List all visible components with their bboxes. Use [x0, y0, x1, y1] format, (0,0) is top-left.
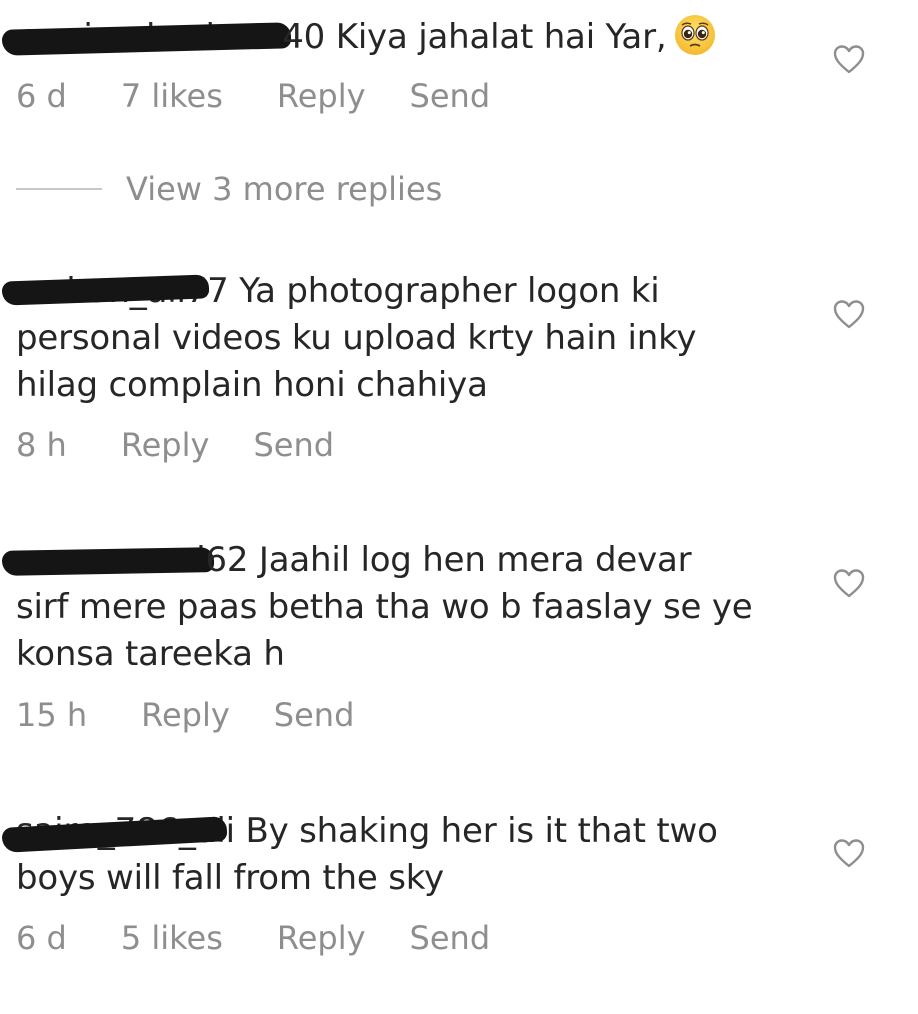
reply-button[interactable]: Reply: [121, 426, 210, 464]
comment-username[interactable]: saira_786_ali: [1, 808, 235, 855]
comment-4-meta: 6 d 5 likes Reply Send: [16, 919, 490, 957]
comment-username[interactable]: mshan_ali77: [1, 268, 229, 315]
send-button[interactable]: Send: [410, 77, 491, 115]
heart-outline-icon[interactable]: [833, 568, 865, 598]
comment-3: noorsamad62 Jaahil log hen mera devar si…: [1, 537, 816, 678]
comment-1-meta: 6 d 7 likes Reply Send: [16, 77, 490, 115]
comment-3-meta: 15 h Reply Send: [16, 696, 354, 734]
comment-time: 15 h: [16, 696, 88, 734]
comment-2: mshan_ali77 Ya photographer logon ki per…: [1, 268, 816, 409]
replies-divider: [16, 188, 102, 190]
comment-likes[interactable]: 7 likes: [121, 77, 223, 115]
comment-time: 6 d: [16, 919, 67, 957]
comment-time: 8 h: [16, 426, 67, 464]
view-replies-label[interactable]: View 3 more replies: [126, 170, 442, 208]
comment-text-line: Ya photographer logon ki: [239, 271, 660, 311]
send-button[interactable]: Send: [253, 426, 334, 464]
pleading-face-emoji: [674, 14, 716, 56]
comment-text-line: personal videos ku upload krty hain inky: [16, 318, 697, 358]
comment-2-meta: 8 h Reply Send: [16, 426, 334, 464]
reply-button[interactable]: Reply: [277, 77, 366, 115]
comment-text-line: By shaking her is it that two: [245, 811, 718, 851]
comment-body: noorsamad62 Jaahil log hen mera devar si…: [1, 537, 816, 678]
comment-time: 6 d: [16, 77, 67, 115]
comment-text: Kiya jahalat hai Yar,: [335, 17, 667, 57]
comment-likes[interactable]: 5 likes: [121, 919, 223, 957]
comment-text-line: konsa tareeka h: [16, 634, 285, 674]
heart-outline-icon[interactable]: [833, 838, 865, 868]
redaction-mark: [1, 547, 215, 576]
send-button[interactable]: Send: [410, 919, 491, 957]
view-more-replies[interactable]: View 3 more replies: [16, 170, 442, 208]
comment-body: mshan_ali77 Ya photographer logon ki per…: [1, 268, 816, 409]
send-button[interactable]: Send: [274, 696, 355, 734]
heart-outline-icon[interactable]: [833, 299, 865, 329]
heart-outline-icon[interactable]: [833, 44, 865, 74]
comment-text-line: boys will fall from the sky: [16, 858, 444, 898]
reply-button[interactable]: Reply: [277, 919, 366, 957]
comment-username[interactable]: mariambasheer40: [1, 14, 325, 61]
reply-button[interactable]: Reply: [141, 696, 230, 734]
comment-text-line: sirf mere paas betha tha wo b faaslay se…: [16, 587, 753, 627]
comment-body: mariambasheer40 Kiya jahalat hai Yar,: [1, 14, 816, 61]
comment-text-line: hilag complain honi chahiya: [16, 365, 488, 405]
comment-username[interactable]: noorsamad62: [1, 537, 248, 584]
comment-text-line: Jaahil log hen mera devar: [258, 540, 692, 580]
comment-4: saira_786_ali By shaking her is it that …: [1, 808, 816, 902]
comment-body: saira_786_ali By shaking her is it that …: [1, 808, 816, 902]
comment-1: mariambasheer40 Kiya jahalat hai Yar,: [1, 14, 816, 61]
